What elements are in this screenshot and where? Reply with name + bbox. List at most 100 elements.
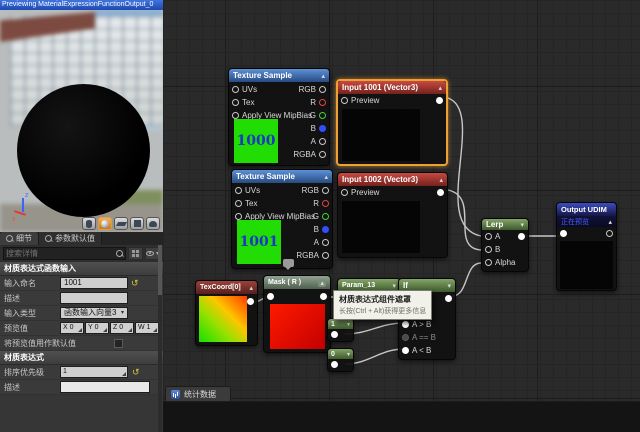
previewing-badge: 正在预览 [561, 217, 589, 227]
node-lerp[interactable]: Lerp▾ A B Alpha [481, 218, 529, 272]
pin-g[interactable] [322, 213, 329, 220]
pin-output[interactable] [606, 230, 613, 237]
use-preview-default-checkbox[interactable] [114, 339, 123, 348]
pin-uvs[interactable] [235, 187, 242, 194]
collapse-icon[interactable]: ▴ [249, 284, 253, 292]
pin-a[interactable] [485, 233, 492, 240]
dropdown-icon[interactable]: ▾ [347, 351, 350, 358]
pin-alpha[interactable] [485, 259, 492, 266]
preview-z-field[interactable]: Z0 [110, 322, 134, 334]
collapse-icon[interactable]: ▴ [321, 72, 325, 80]
cube-shape-button[interactable] [130, 217, 144, 230]
search-icon [45, 235, 52, 242]
pin-preview-input[interactable] [341, 97, 348, 104]
details-search-box[interactable] [3, 247, 126, 260]
pin-b[interactable] [319, 125, 326, 132]
node-texture-sample-1[interactable]: Texture Sample▴ UVs Tex Apply View MipBi… [228, 68, 330, 166]
details-tab-bar: 细节 参数默认值 [0, 232, 163, 245]
pin-output[interactable] [247, 298, 254, 305]
pin-a-eq-b[interactable] [402, 334, 409, 341]
section-material-expression[interactable]: 材质表达式 [0, 351, 163, 365]
node-input-1001[interactable]: Input 1001 (Vector3)▴ Preview [336, 79, 448, 166]
collapse-icon[interactable]: ▴ [608, 218, 612, 226]
pin-output[interactable] [331, 331, 338, 338]
texture-preview-1001: 1001 [237, 220, 281, 264]
pin-output[interactable] [518, 233, 525, 240]
dropdown-icon[interactable]: ▾ [520, 221, 524, 229]
pin-g[interactable] [319, 112, 326, 119]
input-name-field[interactable]: 1001 [60, 277, 128, 289]
pin-rgb[interactable] [319, 86, 326, 93]
tab-parameter-defaults[interactable]: 参数默认值 [39, 232, 102, 245]
details-panel: ▾ 材质表达式函数输入 输入命名 1001 ↺ 描述 输入类型 函数输入向量3 … [0, 245, 163, 432]
pin-input[interactable] [267, 293, 274, 300]
pin-output[interactable] [331, 361, 338, 368]
pin-a-lt-b[interactable] [402, 347, 409, 354]
input-type-dropdown[interactable]: 函数输入向量3 ▾ [60, 307, 128, 319]
pin-a[interactable] [322, 239, 329, 246]
pin-mipbias[interactable] [232, 112, 239, 119]
drag-corner-icon [78, 328, 82, 332]
dropdown-icon[interactable]: ▾ [392, 282, 396, 290]
material-graph-canvas[interactable]: Texture Sample▴ UVs Tex Apply View MipBi… [163, 0, 640, 432]
tab-details[interactable]: 细节 [0, 232, 39, 245]
pin-r[interactable] [322, 200, 329, 207]
reset-icon[interactable]: ↺ [131, 278, 139, 289]
node-mask[interactable]: Mask ( R )▴ [263, 275, 331, 353]
dropdown-icon[interactable]: ▾ [447, 282, 451, 290]
plane-shape-button[interactable] [114, 217, 128, 230]
node-constant-0[interactable]: 0▾ [327, 348, 354, 372]
cylinder-shape-button[interactable] [82, 217, 96, 230]
description-field[interactable] [60, 292, 128, 304]
pin-output[interactable] [436, 97, 443, 104]
material-preview-viewport[interactable]: z x [0, 10, 163, 232]
node-constant-1[interactable]: 1▾ [327, 318, 354, 342]
collapse-icon[interactable]: ▴ [318, 279, 326, 287]
collapse-icon[interactable]: ▴ [439, 176, 443, 184]
pin-tex[interactable] [232, 99, 239, 106]
node-texture-sample-2[interactable]: Texture Sample▴ UVs Tex Apply View MipBi… [231, 169, 333, 269]
pin-rgb[interactable] [322, 187, 329, 194]
preview-w-field[interactable]: W1 [135, 322, 159, 334]
column-view-button[interactable] [128, 247, 143, 260]
pin-rgba[interactable] [322, 252, 329, 259]
pin-rgba[interactable] [319, 151, 326, 158]
section-function-input[interactable]: 材质表达式函数输入 [0, 262, 163, 276]
collapse-icon[interactable]: ▴ [438, 84, 442, 92]
pin-output[interactable] [320, 293, 327, 300]
input-preview-swatch [342, 109, 420, 161]
comment-bubble-icon[interactable] [283, 259, 294, 267]
reset-icon[interactable]: ↺ [132, 367, 140, 378]
expression-description-field[interactable] [60, 381, 150, 393]
pin-a[interactable] [319, 138, 326, 145]
pin-mipbias[interactable] [235, 213, 242, 220]
collapse-icon[interactable]: ▴ [324, 173, 328, 181]
pin-output[interactable] [445, 295, 452, 302]
node-output-udim[interactable]: Output UDIM 正在预览 ▴ [556, 202, 617, 291]
preview-y-field[interactable]: Y0 [85, 322, 109, 334]
eye-icon [146, 251, 154, 256]
pin-r[interactable] [319, 99, 326, 106]
drag-corner-icon [103, 328, 107, 332]
sort-priority-field[interactable]: 1 [60, 366, 128, 378]
pin-a-gt-b[interactable] [402, 321, 409, 328]
node-texcoord[interactable]: TexCoord[0]▴ [195, 280, 258, 346]
pin-input[interactable] [560, 230, 567, 237]
pin-b[interactable] [485, 246, 492, 253]
pin-uvs[interactable] [232, 86, 239, 93]
input-preview-swatch [342, 201, 420, 253]
row-preview-value: 预览值 X0 Y0 Z0 W1 [0, 321, 163, 336]
preview-x-field[interactable]: X0 [60, 322, 84, 334]
pin-output[interactable] [437, 189, 444, 196]
pin-tex[interactable] [235, 200, 242, 207]
custom-mesh-button[interactable] [146, 217, 160, 230]
pin-preview-input[interactable] [341, 189, 348, 196]
search-input[interactable] [6, 249, 116, 258]
tab-stats[interactable]: 统计数据 [165, 386, 231, 401]
dropdown-icon[interactable]: ▾ [347, 321, 350, 328]
sphere-shape-button[interactable] [98, 217, 112, 230]
pin-b[interactable] [322, 226, 329, 233]
node-input-1002[interactable]: Input 1002 (Vector3)▴ Preview [337, 172, 448, 258]
drag-corner-icon [153, 328, 157, 332]
details-scrollbar[interactable] [158, 245, 162, 432]
